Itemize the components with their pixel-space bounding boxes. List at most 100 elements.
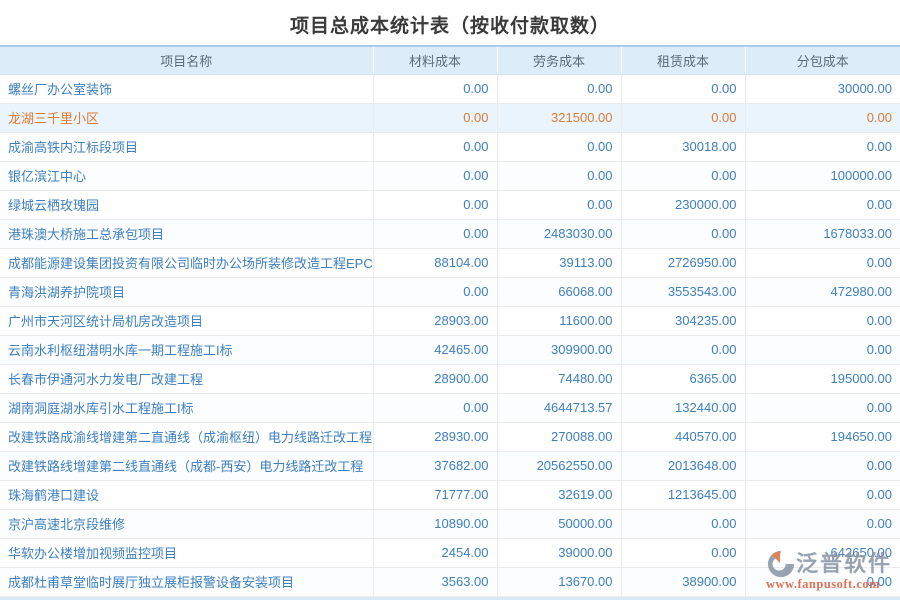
subcontract-cost-value: 0.00 <box>745 306 900 335</box>
table-row[interactable]: 湖南洞庭湖水库引水工程施工I标0.004644713.57132440.000.… <box>0 393 900 422</box>
material-cost-value: 28903.00 <box>373 306 497 335</box>
labor-cost-value: 39000.00 <box>497 538 621 567</box>
subcontract-cost-value: 0.00 <box>745 480 900 509</box>
rental-cost-value: 2013648.00 <box>621 451 745 480</box>
subcontract-cost-value: 195000.00 <box>745 364 900 393</box>
labor-cost-value: 0.00 <box>497 132 621 161</box>
project-name-link[interactable]: 珠海鹤港口建设 <box>0 480 373 509</box>
project-name-link[interactable]: 成都能源建设集团投资有限公司临时办公场所装修改造工程EPC总 <box>0 248 373 277</box>
table-row[interactable]: 银亿滨江中心0.000.000.00100000.00 <box>0 161 900 190</box>
project-name-link[interactable]: 云南水利枢纽潜明水库一期工程施工I标 <box>0 335 373 364</box>
table-row[interactable]: 港珠澳大桥施工总承包项目0.002483030.000.001678033.00 <box>0 219 900 248</box>
material-cost-value: 3563.00 <box>373 567 497 596</box>
labor-cost-value: 13670.00 <box>497 567 621 596</box>
subcontract-cost-value: 0.00 <box>745 103 900 132</box>
project-name-link[interactable]: 青海洪湖养护院项目 <box>0 277 373 306</box>
project-name-link[interactable]: 龙湖三千里小区 <box>0 103 373 132</box>
subcontract-cost-value: 1678033.00 <box>745 219 900 248</box>
table-row[interactable]: 绿城云栖玫瑰园0.000.00230000.000.00 <box>0 190 900 219</box>
project-name-link[interactable]: 港珠澳大桥施工总承包项目 <box>0 219 373 248</box>
labor-cost-value: 309900.00 <box>497 335 621 364</box>
material-cost-value: 28900.00 <box>373 364 497 393</box>
rental-cost-value: 230000.00 <box>621 190 745 219</box>
column-header-subcontract: 分包成本 <box>745 46 900 74</box>
project-name-link[interactable]: 银亿滨江中心 <box>0 161 373 190</box>
labor-cost-value: 0.00 <box>497 161 621 190</box>
labor-cost-value: 20562550.00 <box>497 451 621 480</box>
table-row[interactable]: 龙湖三千里小区0.00321500.000.000.00 <box>0 103 900 132</box>
rental-cost-value: 6365.00 <box>621 364 745 393</box>
subcontract-cost-value: 0.00 <box>745 132 900 161</box>
project-name-link[interactable]: 华软办公楼增加视频监控项目 <box>0 538 373 567</box>
material-cost-value: 88104.00 <box>373 248 497 277</box>
material-cost-value: 0.00 <box>373 74 497 103</box>
table-row[interactable]: 改建铁路成渝线增建第二直通线（成渝枢纽）电力线路迁改工程28930.002700… <box>0 422 900 451</box>
table-row[interactable]: 螺丝厂办公室装饰0.000.000.0030000.00 <box>0 74 900 103</box>
subcontract-cost-value: 30000.00 <box>745 74 900 103</box>
rental-cost-value: 0.00 <box>621 103 745 132</box>
labor-cost-value: 50000.00 <box>497 509 621 538</box>
material-cost-value: 37682.00 <box>373 451 497 480</box>
project-name-link[interactable]: 改建铁路线增建第二线直通线（成都-西安）电力线路迁改工程 <box>0 451 373 480</box>
subcontract-cost-value: 0.00 <box>745 509 900 538</box>
rental-cost-value: 3553543.00 <box>621 277 745 306</box>
table-row[interactable]: 云南水利枢纽潜明水库一期工程施工I标42465.00309900.000.000… <box>0 335 900 364</box>
project-name-link[interactable]: 成都杜甫草堂临时展厅独立展柜报警设备安装项目 <box>0 567 373 596</box>
cost-statistics-table: 项目名称材料成本劳务成本租赁成本分包成本 螺丝厂办公室装饰0.000.000.0… <box>0 45 900 597</box>
table-row[interactable]: 成渝高铁内江标段项目0.000.0030018.000.00 <box>0 132 900 161</box>
table-row[interactable]: 成都杜甫草堂临时展厅独立展柜报警设备安装项目3563.0013670.00389… <box>0 567 900 596</box>
subcontract-cost-value: 0.00 <box>745 451 900 480</box>
material-cost-value: 42465.00 <box>373 335 497 364</box>
material-cost-value: 10890.00 <box>373 509 497 538</box>
table-header: 项目名称材料成本劳务成本租赁成本分包成本 <box>0 46 900 74</box>
column-header-material: 材料成本 <box>373 46 497 74</box>
table-header-row: 项目名称材料成本劳务成本租赁成本分包成本 <box>0 46 900 74</box>
rental-cost-value: 132440.00 <box>621 393 745 422</box>
rental-cost-value: 0.00 <box>621 509 745 538</box>
labor-cost-value: 321500.00 <box>497 103 621 132</box>
rental-cost-value: 2726950.00 <box>621 248 745 277</box>
subcontract-cost-value: 0.00 <box>745 248 900 277</box>
subcontract-cost-value: 100000.00 <box>745 161 900 190</box>
material-cost-value: 0.00 <box>373 219 497 248</box>
table-row[interactable]: 华软办公楼增加视频监控项目2454.0039000.000.00642650.0… <box>0 538 900 567</box>
table-row[interactable]: 改建铁路线增建第二线直通线（成都-西安）电力线路迁改工程37682.002056… <box>0 451 900 480</box>
table-row[interactable]: 青海洪湖养护院项目0.0066068.003553543.00472980.00 <box>0 277 900 306</box>
material-cost-value: 28930.00 <box>373 422 497 451</box>
labor-cost-value: 11600.00 <box>497 306 621 335</box>
labor-cost-value: 4644713.57 <box>497 393 621 422</box>
table-row[interactable]: 成都能源建设集团投资有限公司临时办公场所装修改造工程EPC总88104.0039… <box>0 248 900 277</box>
subcontract-cost-value: 0.00 <box>745 190 900 219</box>
rental-cost-value: 0.00 <box>621 219 745 248</box>
table-row[interactable]: 京沪高速北京段维修10890.0050000.000.000.00 <box>0 509 900 538</box>
rental-cost-value: 30018.00 <box>621 132 745 161</box>
table-row[interactable]: 广州市天河区统计局机房改造项目28903.0011600.00304235.00… <box>0 306 900 335</box>
project-name-link[interactable]: 京沪高速北京段维修 <box>0 509 373 538</box>
table-row[interactable]: 珠海鹤港口建设71777.0032619.001213645.000.00 <box>0 480 900 509</box>
project-name-link[interactable]: 成渝高铁内江标段项目 <box>0 132 373 161</box>
subcontract-cost-value: 642650.00 <box>745 538 900 567</box>
labor-cost-value: 32619.00 <box>497 480 621 509</box>
column-header-rental: 租赁成本 <box>621 46 745 74</box>
material-cost-value: 0.00 <box>373 393 497 422</box>
rental-cost-value: 0.00 <box>621 538 745 567</box>
project-name-link[interactable]: 螺丝厂办公室装饰 <box>0 74 373 103</box>
rental-cost-value: 0.00 <box>621 335 745 364</box>
material-cost-value: 0.00 <box>373 277 497 306</box>
subcontract-cost-value: 472980.00 <box>745 277 900 306</box>
column-header-labor: 劳务成本 <box>497 46 621 74</box>
material-cost-value: 2454.00 <box>373 538 497 567</box>
rental-cost-value: 0.00 <box>621 74 745 103</box>
project-name-link[interactable]: 绿城云栖玫瑰园 <box>0 190 373 219</box>
project-name-link[interactable]: 长春市伊通河水力发电厂改建工程 <box>0 364 373 393</box>
project-name-link[interactable]: 广州市天河区统计局机房改造项目 <box>0 306 373 335</box>
page-title: 项目总成本统计表（按收付款取数） <box>0 0 900 45</box>
table-row[interactable]: 长春市伊通河水力发电厂改建工程28900.0074480.006365.0019… <box>0 364 900 393</box>
subcontract-cost-value: 0.00 <box>745 567 900 596</box>
rental-cost-value: 304235.00 <box>621 306 745 335</box>
material-cost-value: 0.00 <box>373 132 497 161</box>
project-name-link[interactable]: 改建铁路成渝线增建第二直通线（成渝枢纽）电力线路迁改工程 <box>0 422 373 451</box>
labor-cost-value: 39113.00 <box>497 248 621 277</box>
subcontract-cost-value: 194650.00 <box>745 422 900 451</box>
project-name-link[interactable]: 湖南洞庭湖水库引水工程施工I标 <box>0 393 373 422</box>
